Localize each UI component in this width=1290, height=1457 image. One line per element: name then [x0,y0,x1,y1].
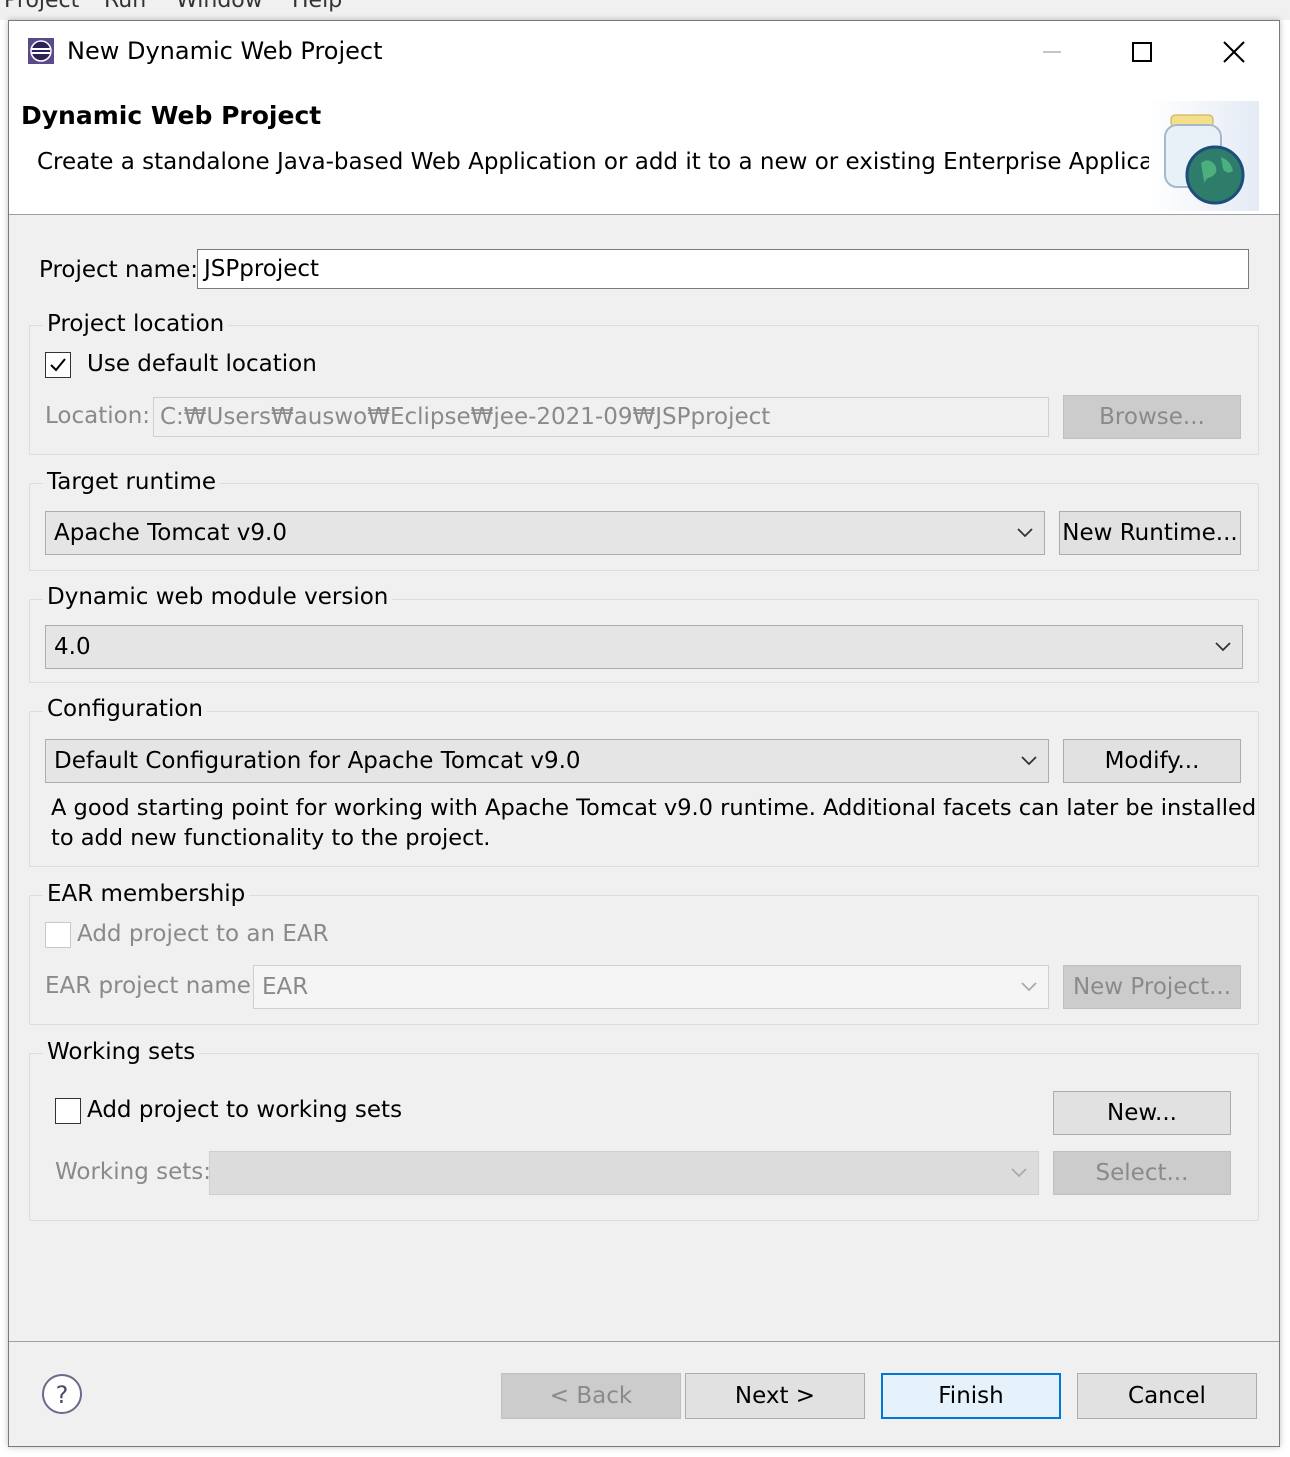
ear-project-name-label: EAR project name: [45,973,259,999]
add-to-ear-checkbox[interactable] [45,922,71,948]
chevron-down-icon [1017,528,1033,538]
chevron-down-icon [1011,1168,1027,1178]
modify-button[interactable]: Modify... [1063,739,1241,783]
new-dynamic-web-project-dialog: New Dynamic Web Project Dynamic Web Proj… [8,20,1280,1447]
select-working-sets-button[interactable]: Select... [1053,1151,1231,1195]
module-version-value: 4.0 [54,634,91,660]
project-name-label: Project name: [39,257,198,283]
project-location-title: Project location [43,311,229,337]
cancel-button[interactable]: Cancel [1077,1373,1257,1419]
background-right-edge [1280,20,1290,1457]
add-to-ear-label[interactable]: Add project to an EAR [77,921,329,947]
ear-membership-title: EAR membership [43,881,250,907]
location-input[interactable]: C:₩Users₩auswo₩Eclipse₩jee-2021-09₩JSPpr… [153,397,1049,437]
new-runtime-button[interactable]: New Runtime... [1059,511,1241,555]
add-to-working-sets-label[interactable]: Add project to working sets [87,1097,402,1123]
minimize-icon [1043,51,1061,53]
background-left-edge [0,20,8,1457]
configuration-select[interactable]: Default Configuration for Apache Tomcat … [45,739,1049,783]
configuration-description-line1: A good starting point for working with A… [51,795,1257,821]
ear-project-name-value: EAR [262,974,309,1000]
checkmark-icon [50,358,66,372]
menu-window[interactable]: Window [176,0,263,13]
target-runtime-value: Apache Tomcat v9.0 [54,520,287,546]
close-button[interactable] [1211,29,1257,75]
add-to-working-sets-checkbox[interactable] [55,1098,81,1124]
working-sets-select[interactable] [209,1151,1039,1195]
chevron-down-icon [1215,642,1231,652]
browse-button[interactable]: Browse... [1063,395,1241,439]
web-project-jar-globe-icon [1149,101,1259,211]
window-title: New Dynamic Web Project [67,37,383,65]
svg-text:?: ? [56,1381,69,1409]
title-bar[interactable]: New Dynamic Web Project [9,21,1279,83]
configuration-description-line2: to add new functionality to the project. [51,825,491,851]
menu-help[interactable]: Help [292,0,342,13]
module-version-select[interactable]: 4.0 [45,625,1243,669]
use-default-location-checkbox[interactable] [45,352,71,378]
close-icon [1223,41,1245,63]
background-menubar: Project Run Window Help [0,0,1290,20]
eclipse-icon [28,38,54,64]
back-button[interactable]: < Back [501,1373,681,1419]
background-bottom-edge [0,1447,1290,1457]
working-sets-label: Working sets: [55,1159,212,1185]
next-button[interactable]: Next > [685,1373,865,1419]
minimize-button[interactable] [1029,29,1075,75]
target-runtime-title: Target runtime [43,469,221,495]
wizard-page-description: Create a standalone Java-based Web Appli… [37,149,1205,175]
chevron-down-icon [1021,756,1037,766]
target-runtime-select[interactable]: Apache Tomcat v9.0 [45,511,1045,555]
footer-separator [9,1341,1279,1342]
menu-project[interactable]: Project [4,0,79,13]
maximize-button[interactable] [1119,29,1165,75]
wizard-header: Dynamic Web Project Create a standalone … [9,83,1279,215]
help-icon[interactable]: ? [41,1373,83,1415]
wizard-page-title: Dynamic Web Project [21,101,322,130]
new-project-button[interactable]: New Project... [1063,965,1241,1009]
working-sets-title: Working sets [43,1039,200,1065]
chevron-down-icon [1021,982,1037,992]
menu-run[interactable]: Run [104,0,146,13]
ear-project-name-select[interactable]: EAR [253,965,1049,1009]
project-name-input[interactable]: JSPproject [197,249,1249,289]
configuration-value: Default Configuration for Apache Tomcat … [54,748,581,774]
working-sets-group [29,1053,1259,1221]
finish-button[interactable]: Finish [881,1373,1061,1419]
maximize-icon [1132,42,1152,62]
location-label: Location: [45,403,151,429]
new-working-set-button[interactable]: New... [1053,1091,1231,1135]
configuration-title: Configuration [43,696,207,722]
module-version-title: Dynamic web module version [43,584,393,610]
use-default-location-label[interactable]: Use default location [87,351,317,377]
